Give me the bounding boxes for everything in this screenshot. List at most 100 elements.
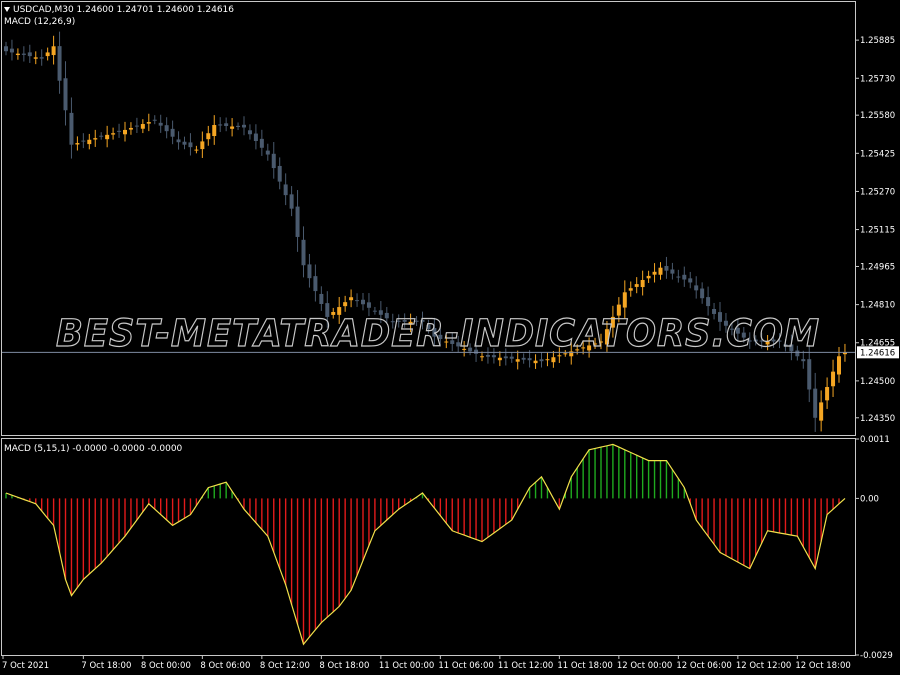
bull-candle xyxy=(194,149,199,151)
bull-candle xyxy=(533,360,538,364)
bear-candle xyxy=(242,124,246,128)
bear-candle xyxy=(361,299,365,305)
bear-candle xyxy=(182,141,187,145)
price-tick-label: 1.24810 xyxy=(860,301,895,311)
bear-candle xyxy=(503,356,508,359)
price-axis: 1.25885 1.25730 1.25580 1.25425 1.25270 1.251… xyxy=(855,36,895,424)
bear-candle xyxy=(688,278,693,283)
bear-candle xyxy=(307,264,312,279)
bear-candle xyxy=(366,302,371,308)
bear-candle xyxy=(807,359,812,390)
time-tick-label: 12 Oct 00:00 xyxy=(617,661,672,671)
bull-candle xyxy=(51,46,56,56)
price-tick-label: 1.25425 xyxy=(860,149,895,159)
price-tick-label: 1.24350 xyxy=(860,414,895,424)
bear-candle xyxy=(253,133,258,142)
time-tick-label: 8 Oct 00:00 xyxy=(141,661,191,671)
bear-candle xyxy=(801,359,806,362)
bull-candle xyxy=(622,292,627,308)
macd-readout: MACD (5,15,1) -0.0000 -0.0000 -0.0000 xyxy=(4,444,183,454)
bear-candle xyxy=(277,165,282,182)
time-tick-label: 11 Oct 12:00 xyxy=(498,661,553,671)
bull-candle xyxy=(652,271,657,275)
time-tick-label: 12 Oct 12:00 xyxy=(736,661,791,671)
macd-tick-label: 0.00 xyxy=(860,494,879,504)
bull-candle xyxy=(837,356,841,375)
bull-candle xyxy=(545,359,550,361)
bear-candle xyxy=(21,53,26,55)
bull-candle xyxy=(628,288,633,291)
bear-candle xyxy=(491,355,496,358)
time-axis: 7 Oct 2021 7 Oct 18:00 8 Oct 00:00 8 Oct 06… xyxy=(2,655,851,671)
price-tick-label: 1.25270 xyxy=(860,187,895,197)
bull-candle xyxy=(45,52,50,57)
bear-candle xyxy=(682,274,687,280)
time-tick-label: 7 Oct 18:00 xyxy=(81,661,131,671)
bull-candle xyxy=(33,57,38,59)
bear-candle xyxy=(170,128,175,137)
bull-candle xyxy=(75,143,80,145)
price-tick-label: 1.25885 xyxy=(860,36,895,46)
watermark: BEST-METATRADER-INDICATORS.COM xyxy=(56,312,820,355)
bear-candle xyxy=(694,285,699,291)
bull-candle xyxy=(128,127,133,130)
bear-candle xyxy=(706,297,711,307)
bear-candle xyxy=(670,269,675,274)
macd-tick-label: -0.0029 xyxy=(860,651,893,661)
bear-candle xyxy=(700,288,705,299)
bull-candle xyxy=(831,371,836,387)
bear-candle xyxy=(271,153,276,169)
bear-candle xyxy=(676,276,681,278)
bear-candle xyxy=(176,139,181,143)
time-tick-label: 8 Oct 12:00 xyxy=(260,661,310,671)
bull-candle xyxy=(93,138,98,140)
bear-candle xyxy=(99,135,104,137)
bull-candle xyxy=(111,133,116,135)
bull-candle xyxy=(557,355,562,357)
bear-candle xyxy=(63,78,68,111)
price-tick-label: 1.24500 xyxy=(860,377,895,387)
bear-candle xyxy=(188,142,193,148)
time-tick-label: 7 Oct 2021 xyxy=(2,661,49,671)
bear-candle xyxy=(218,124,223,126)
indicator-title: MACD (12,26,9) xyxy=(4,17,75,27)
bull-candle xyxy=(343,302,348,307)
bull-candle xyxy=(658,267,663,275)
price-tick-label: 1.25730 xyxy=(860,74,895,84)
bull-candle xyxy=(123,129,127,135)
bear-candle xyxy=(69,112,74,145)
bull-candle xyxy=(497,357,502,361)
bear-candle xyxy=(283,184,288,196)
bull-candle xyxy=(634,284,639,287)
bear-candle xyxy=(295,206,300,237)
bear-candle xyxy=(247,130,252,135)
bear-candle xyxy=(539,359,544,362)
bear-candle xyxy=(813,388,818,418)
bear-candle xyxy=(289,194,294,209)
time-tick-label: 11 Oct 00:00 xyxy=(379,661,434,671)
bull-candle xyxy=(825,387,830,401)
price-tick-label: 1.25580 xyxy=(860,111,895,121)
bull-candle xyxy=(146,122,151,124)
bear-candle xyxy=(39,57,44,59)
bear-candle xyxy=(485,354,490,357)
time-tick-label: 11 Oct 18:00 xyxy=(557,661,612,671)
bear-candle xyxy=(521,357,526,360)
time-tick-label: 8 Oct 06:00 xyxy=(200,661,250,671)
bull-candle xyxy=(230,126,235,129)
price-tick-label: 1.25115 xyxy=(860,226,895,236)
bull-candle xyxy=(105,134,110,140)
bear-candle xyxy=(81,140,86,142)
bear-candle xyxy=(134,125,139,127)
macd-panel xyxy=(1,438,856,656)
current-price-tag: 1.24616 xyxy=(857,346,899,359)
bull-candle xyxy=(640,280,645,288)
time-tick-label: 11 Oct 06:00 xyxy=(438,661,493,671)
bull-candle xyxy=(87,139,92,145)
bull-candle xyxy=(349,297,354,301)
bear-candle xyxy=(664,265,669,271)
bull-candle xyxy=(551,357,556,363)
bull-candle xyxy=(212,125,217,137)
symbol-readout: USDCAD,M30 1.24600 1.24701 1.24600 1.246… xyxy=(13,5,234,15)
price-tick-label: 1.24965 xyxy=(860,262,895,272)
